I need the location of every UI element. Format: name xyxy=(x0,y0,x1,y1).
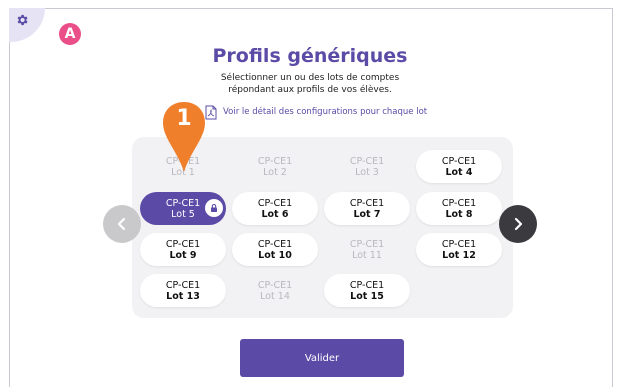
lot-button: CP-CE1 Lot 3 xyxy=(324,150,410,183)
chevron-left-icon xyxy=(117,217,126,231)
lot-number-label: Lot 13 xyxy=(166,290,200,302)
lot-level-label: CP-CE1 xyxy=(165,238,201,250)
lot-button[interactable]: CP-CE1 Lot 6 xyxy=(232,192,318,225)
subtitle-line-2: répondant aux profils de vos élèves. xyxy=(228,85,392,95)
lot-number-label: Lot 10 xyxy=(258,249,292,261)
lot-level-label: CP-CE1 xyxy=(349,279,385,291)
lot-level-label: CP-CE1 xyxy=(257,197,293,209)
page-title: Profils génériques xyxy=(212,45,408,67)
lot-level-label: CP-CE1 xyxy=(257,279,293,291)
lock-icon xyxy=(205,199,223,217)
lot-number-label: Lot 12 xyxy=(442,249,476,261)
lot-level-label: CP-CE1 xyxy=(349,197,385,209)
lot-button[interactable]: CP-CE1 Lot 7 xyxy=(324,192,410,225)
validate-button[interactable]: Valider xyxy=(240,339,404,377)
previous-page-button[interactable] xyxy=(103,205,141,243)
lot-number-label: Lot 7 xyxy=(353,208,381,220)
lot-number-label: Lot 4 xyxy=(445,166,473,178)
page-subtitle: Sélectionner un ou des lots de comptes r… xyxy=(0,72,620,96)
lot-number-label: Lot 6 xyxy=(261,208,289,220)
lot-number-label: Lot 15 xyxy=(350,290,384,302)
lot-number-label: Lot 11 xyxy=(352,249,382,261)
lot-level-label: CP-CE1 xyxy=(349,155,385,167)
configuration-details-label: Voir le détail des configurations pour c… xyxy=(223,107,428,117)
lot-level-label: CP-CE1 xyxy=(165,279,201,291)
lot-button: CP-CE1 Lot 2 xyxy=(232,150,318,183)
lot-button[interactable]: CP-CE1 Lot 8 xyxy=(416,192,502,225)
lot-button[interactable]: CP-CE1 Lot 5 xyxy=(140,192,226,225)
lot-level-label: CP-CE1 xyxy=(441,155,477,167)
next-page-button[interactable] xyxy=(499,205,537,243)
lot-button[interactable]: CP-CE1 Lot 9 xyxy=(140,233,226,266)
lot-number-label: Lot 14 xyxy=(260,290,290,302)
lot-button[interactable]: CP-CE1 Lot 10 xyxy=(232,233,318,266)
lot-number-label: Lot 2 xyxy=(263,166,287,178)
lot-number-label: Lot 8 xyxy=(445,208,473,220)
step-badge: A xyxy=(59,23,81,45)
lot-level-label: CP-CE1 xyxy=(257,155,293,167)
subtitle-line-1: Sélectionner un ou des lots de comptes xyxy=(220,73,400,83)
gear-icon xyxy=(17,14,28,26)
lot-button[interactable]: CP-CE1 Lot 15 xyxy=(324,274,410,307)
lot-level-label: CP-CE1 xyxy=(441,238,477,250)
lot-button[interactable]: CP-CE1 Lot 13 xyxy=(140,274,226,307)
marker-number: 1 xyxy=(176,106,192,131)
lot-number-label: Lot 3 xyxy=(355,166,379,178)
lot-button: CP-CE1 Lot 11 xyxy=(324,233,410,266)
configuration-details-link[interactable]: Voir le détail des configurations pour c… xyxy=(205,104,427,120)
lot-button[interactable]: CP-CE1 Lot 12 xyxy=(416,233,502,266)
lot-number-label: Lot 9 xyxy=(169,249,197,261)
lot-level-label: CP-CE1 xyxy=(349,238,385,250)
lot-button[interactable]: CP-CE1 Lot 4 xyxy=(416,150,502,183)
lot-level-label: CP-CE1 xyxy=(257,238,293,250)
lot-button: CP-CE1 Lot 14 xyxy=(232,274,318,307)
chevron-right-icon xyxy=(514,217,523,231)
lot-level-label: CP-CE1 xyxy=(441,197,477,209)
